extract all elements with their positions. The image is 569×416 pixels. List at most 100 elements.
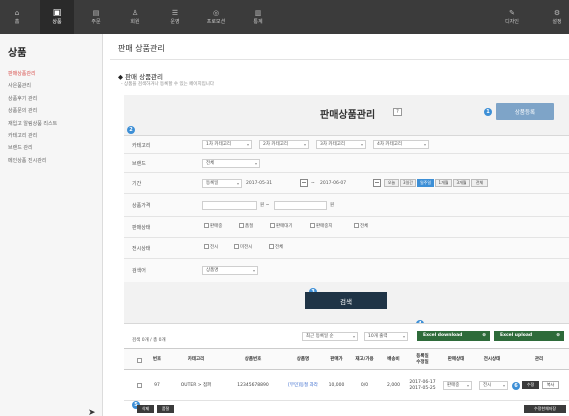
sidebar-item-brands[interactable]: 브랜드 관리 — [8, 142, 57, 154]
design-icon: ✎ — [509, 8, 515, 17]
sale-status-checkbox[interactable]: 판매중지 — [310, 223, 333, 230]
checkbox-icon — [310, 223, 315, 228]
checkbox-icon — [204, 244, 209, 249]
category-level4-select[interactable]: 4차 카테고리 ▾ — [373, 140, 429, 149]
nav-members[interactable]: ♙ 회원 — [118, 0, 152, 34]
sidebar-item-product-management[interactable]: 판매상품관리 — [8, 68, 57, 80]
sidebar-item-main-display[interactable]: 메인상품 진시관리 — [8, 155, 57, 167]
panel-title: 판매상품관리 — [320, 110, 376, 121]
column-header: 번호 — [152, 357, 162, 362]
checkbox-icon — [137, 357, 142, 363]
excel-upload-button[interactable]: Excel upload ⊕ — [494, 331, 564, 341]
sidebar-item-categories[interactable]: 카테고리 관리 — [8, 130, 57, 142]
date-from[interactable]: 2017-05-31 — [246, 180, 272, 187]
nav-label: 프로모션 — [206, 18, 226, 25]
cell-stock: 0/0 — [360, 382, 369, 388]
brand-select[interactable]: 전체 ▾ — [202, 159, 260, 168]
display-status-checkbox[interactable]: 전시 — [204, 244, 218, 251]
period-row: 기간 등록일 ▾ 2017-05-31 ~ 2017-06-07 오늘 3일간 일… — [124, 173, 569, 194]
price-unit: 원 ~ — [260, 203, 270, 208]
page-size-select[interactable]: 10개 출력 ▾ — [364, 332, 408, 341]
column-header: 판매상태 — [447, 357, 465, 362]
column-header: 전시상태 — [483, 357, 501, 362]
nav-orders[interactable]: ▤ 주문 — [79, 0, 113, 34]
promotion-icon: ◎ — [212, 8, 220, 17]
quick-date-3months[interactable]: 3개월 — [453, 179, 470, 187]
quick-date-1month[interactable]: 1개월 — [435, 179, 452, 187]
nav-design[interactable]: ✎ 디자인 — [495, 0, 529, 34]
section-title: ◆ 판매 상품관리 — [118, 73, 164, 81]
nav-label: 상품 — [52, 18, 62, 25]
sale-status-checkbox[interactable]: 판매중 — [204, 223, 222, 230]
member-icon: ♙ — [131, 8, 139, 17]
price-max-input[interactable] — [274, 201, 327, 210]
column-header: 재고/가용 — [355, 357, 374, 362]
edit-button[interactable]: 수정 — [522, 381, 539, 389]
chevron-down-icon: ▾ — [423, 142, 426, 147]
nav-label: 주문 — [91, 18, 101, 25]
checkbox-icon — [270, 223, 275, 228]
nav-label: 디자인 — [505, 18, 519, 25]
register-product-button[interactable]: 상품등록 — [496, 103, 554, 120]
delete-button[interactable]: 삭제 — [137, 405, 154, 413]
row-sale-status-select[interactable]: 판매중 ▾ — [443, 381, 472, 390]
calendar-icon[interactable] — [300, 179, 308, 187]
sidebar-item-restock-alerts[interactable]: 재입고 알림상품 리스트 — [8, 118, 57, 130]
step-badge: 1 — [484, 108, 492, 116]
quick-date-group: 오늘 3일간 일주일 1개월 3개월 전체 — [384, 179, 494, 187]
category-level1-select[interactable]: 1차 카테고리 ▾ — [202, 140, 252, 149]
nav-products[interactable]: ▣ 상품 — [40, 0, 74, 34]
chevron-down-icon: ▾ — [352, 334, 355, 339]
copy-button[interactable]: 복사 — [542, 381, 559, 389]
help-icon[interactable]: ? — [393, 108, 402, 116]
nav-operations[interactable]: ☰ 운영 — [158, 0, 192, 34]
sidebar-menu: 판매상품관리 사은품관리 상품후기 관리 상품문의 관리 재입고 알림상품 리스… — [8, 68, 57, 167]
top-navigation-bar: ⌂ 홈 ▣ 상품 ▤ 주문 ♙ 회원 ☰ 운영 ◎ 프로모션 ▥ 통계 ✎ 디자… — [0, 0, 569, 34]
soldout-button[interactable]: 품절 — [157, 405, 174, 413]
sale-status-checkbox[interactable]: 판매대기 — [270, 223, 293, 230]
calendar-icon[interactable] — [373, 179, 381, 187]
step-badge: 2 — [127, 126, 135, 134]
cell-shipping: 2,000 — [387, 382, 400, 388]
quick-date-all[interactable]: 전체 — [471, 179, 488, 187]
sidebar-item-gift-management[interactable]: 사은품관리 — [8, 80, 57, 92]
search-button[interactable]: 검색 — [305, 292, 387, 309]
keyword-row: 검색어 상품명 ▾ — [124, 259, 569, 283]
product-list: 검색 0개 / 총 0개 최근 등록일 순 ▾ 10개 출력 ▾ Excel dow… — [124, 323, 569, 416]
display-status-checkbox[interactable]: 미전시 — [234, 244, 252, 251]
chevron-down-icon: ▾ — [236, 181, 239, 186]
column-header: 카테고리 — [187, 357, 205, 362]
plus-circle-icon: ⊕ — [482, 333, 486, 338]
row-checkbox[interactable] — [136, 370, 144, 401]
column-header: 상품번호 — [244, 357, 262, 362]
price-min-input[interactable] — [202, 201, 257, 210]
quick-date-week[interactable]: 일주일 — [417, 179, 434, 187]
checkbox-icon — [234, 244, 239, 249]
order-icon: ▤ — [92, 8, 100, 17]
excel-download-button[interactable]: Excel download ⊕ — [417, 331, 490, 341]
sale-status-checkbox[interactable]: 전체 — [354, 223, 368, 230]
select-all-checkbox[interactable] — [136, 349, 144, 371]
row-display-status-select[interactable]: 전시 ▾ — [479, 381, 508, 390]
chevron-down-icon: ▾ — [254, 161, 257, 166]
category-level3-select[interactable]: 3차 카테고리 ▾ — [316, 140, 366, 149]
nav-home[interactable]: ⌂ 홈 — [0, 0, 34, 34]
sale-status-row: 판매상태 판매중 품절 판매대기 판매중지 전체 — [124, 217, 569, 238]
display-status-checkbox[interactable]: 전체 — [269, 244, 283, 251]
sale-status-checkbox[interactable]: 품절 — [239, 223, 253, 230]
category-level2-select[interactable]: 2차 카테고리 ▾ — [259, 140, 309, 149]
nav-settings[interactable]: ⚙ 설정 — [540, 0, 569, 34]
date-to[interactable]: 2017-06-07 — [320, 180, 346, 187]
plus-circle-icon: ⊕ — [556, 333, 560, 338]
keyword-type-select[interactable]: 상품명 ▾ — [202, 266, 258, 275]
sort-select[interactable]: 최근 등록일 순 ▾ — [302, 332, 358, 341]
nav-statistics[interactable]: ▥ 통계 — [241, 0, 275, 34]
date-type-select[interactable]: 등록일 ▾ — [202, 179, 242, 188]
nav-promotion[interactable]: ◎ 프로모션 — [199, 0, 233, 34]
quick-date-3days[interactable]: 3일간 — [400, 179, 416, 187]
quick-date-today[interactable]: 오늘 — [384, 179, 399, 187]
bulk-save-button[interactable]: 수정한체저장 — [524, 405, 566, 413]
sidebar-item-inquiries[interactable]: 상품문의 관리 — [8, 105, 57, 117]
sidebar-item-reviews[interactable]: 상품후기 관리 — [8, 93, 57, 105]
product-name-link[interactable]: [무민]동절 과라 — [288, 383, 318, 389]
